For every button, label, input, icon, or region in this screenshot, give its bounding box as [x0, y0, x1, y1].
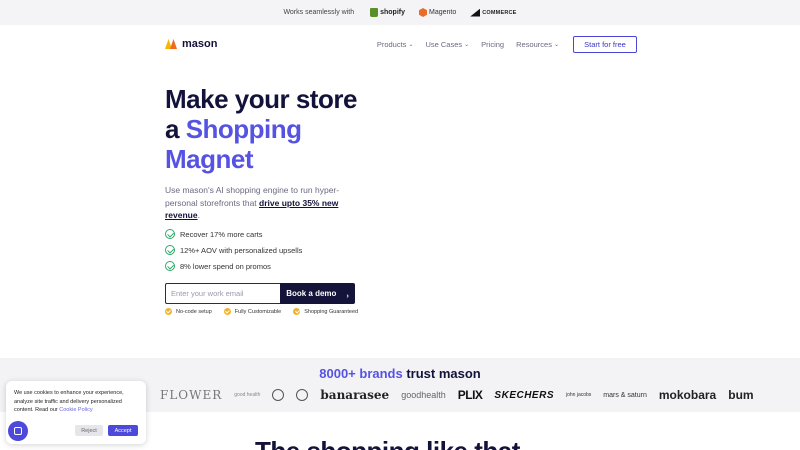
- brand-logo-icon: [296, 389, 309, 401]
- start-free-button[interactable]: Start for free: [573, 35, 637, 53]
- mason-logo[interactable]: mason: [165, 38, 217, 50]
- benefit-item: 8% lower spend on promos: [165, 258, 302, 274]
- chevron-down-icon: ⌄: [553, 41, 559, 48]
- shopify-logo: shopify: [370, 8, 405, 17]
- check-circle-icon: [165, 245, 175, 255]
- brand-logo: goodhealth: [401, 390, 446, 400]
- check-badge-icon: [223, 308, 231, 315]
- feature-badge: Shopping Guaranteed: [293, 308, 358, 315]
- nav-use-cases[interactable]: Use Cases ⌄: [425, 40, 469, 49]
- bigcommerce-logo: COMMERCE: [470, 8, 516, 17]
- integration-lead: Works seamlessly with: [283, 9, 355, 16]
- nav-pricing[interactable]: Pricing: [481, 40, 504, 49]
- hero-subtitle: Use mason's AI shopping engine to run hy…: [165, 185, 340, 220]
- feature-badges: No-code setup Fully Customizable Shoppin…: [165, 308, 358, 315]
- chevron-down-icon: ⌄: [464, 41, 470, 48]
- chevron-right-icon: ›: [346, 292, 349, 300]
- brand-logo: PLIX: [457, 388, 483, 402]
- cookie-text: We use cookies to enhance your experienc…: [14, 390, 124, 413]
- nav-resources[interactable]: Resources ⌄: [516, 40, 559, 49]
- accept-cookies-button[interactable]: Accept: [108, 425, 138, 436]
- chat-icon: [14, 427, 22, 435]
- chat-launcher-button[interactable]: [8, 421, 28, 441]
- benefit-item: Recover 17% more carts: [165, 226, 302, 242]
- brand-logo-icon: [272, 389, 285, 401]
- section-heading: The shopping like that: [255, 436, 520, 450]
- check-circle-icon: [165, 229, 175, 239]
- logo-text: mason: [182, 38, 218, 50]
- check-circle-icon: [165, 261, 175, 271]
- brands-title: 8000+ brands trust mason: [319, 366, 481, 381]
- feature-badge: No-code setup: [165, 308, 212, 315]
- benefit-item: 12%+ AOV with personalized upsells: [165, 242, 302, 258]
- cookie-policy-link[interactable]: Cookie Policy: [59, 407, 92, 413]
- magento-icon: [419, 8, 427, 17]
- magento-logo: Magento: [419, 8, 456, 17]
- reject-cookies-button[interactable]: Reject: [75, 425, 103, 436]
- bigcommerce-icon: [470, 8, 481, 17]
- feature-badge: Fully Customizable: [223, 308, 281, 315]
- benefit-list: Recover 17% more carts 12%+ AOV with per…: [165, 226, 302, 274]
- book-demo-button[interactable]: Book a demo ›: [280, 283, 355, 304]
- nav-products[interactable]: Products ⌄: [377, 40, 414, 49]
- check-badge-icon: [165, 308, 172, 315]
- hero-title: Make your store a Shopping Magnet: [165, 84, 357, 174]
- work-email-input[interactable]: [165, 283, 280, 304]
- main-nav: mason Products ⌄ Use Cases ⌄ Pricing Resou…: [165, 33, 637, 55]
- brand-logo-strip: FLOWER good health banarasee goodhealth …: [160, 385, 754, 405]
- brand-logo: bum: [728, 388, 754, 402]
- chevron-down-icon: ⌄: [408, 41, 414, 48]
- brand-logo: mokobara: [658, 388, 717, 402]
- brand-logo: banarasee: [320, 388, 390, 402]
- brand-logo: john jacobs: [566, 392, 592, 398]
- shopify-bag-icon: [370, 8, 379, 17]
- nav-menu: Products ⌄ Use Cases ⌄ Pricing Resources ⌄: [377, 40, 559, 49]
- brand-logo: good health: [234, 392, 261, 398]
- integration-bar: Works seamlessly with shopify Magento CO…: [0, 0, 800, 25]
- demo-form: Book a demo ›: [165, 283, 355, 304]
- brand-logo: SKECHERS: [494, 389, 554, 401]
- check-badge-icon: [293, 308, 301, 315]
- mason-logo-icon: [165, 39, 179, 49]
- brand-logo: FLOWER: [160, 388, 223, 402]
- cookie-actions: Reject Accept: [75, 425, 138, 436]
- brand-logo: mars & saturn: [603, 391, 647, 399]
